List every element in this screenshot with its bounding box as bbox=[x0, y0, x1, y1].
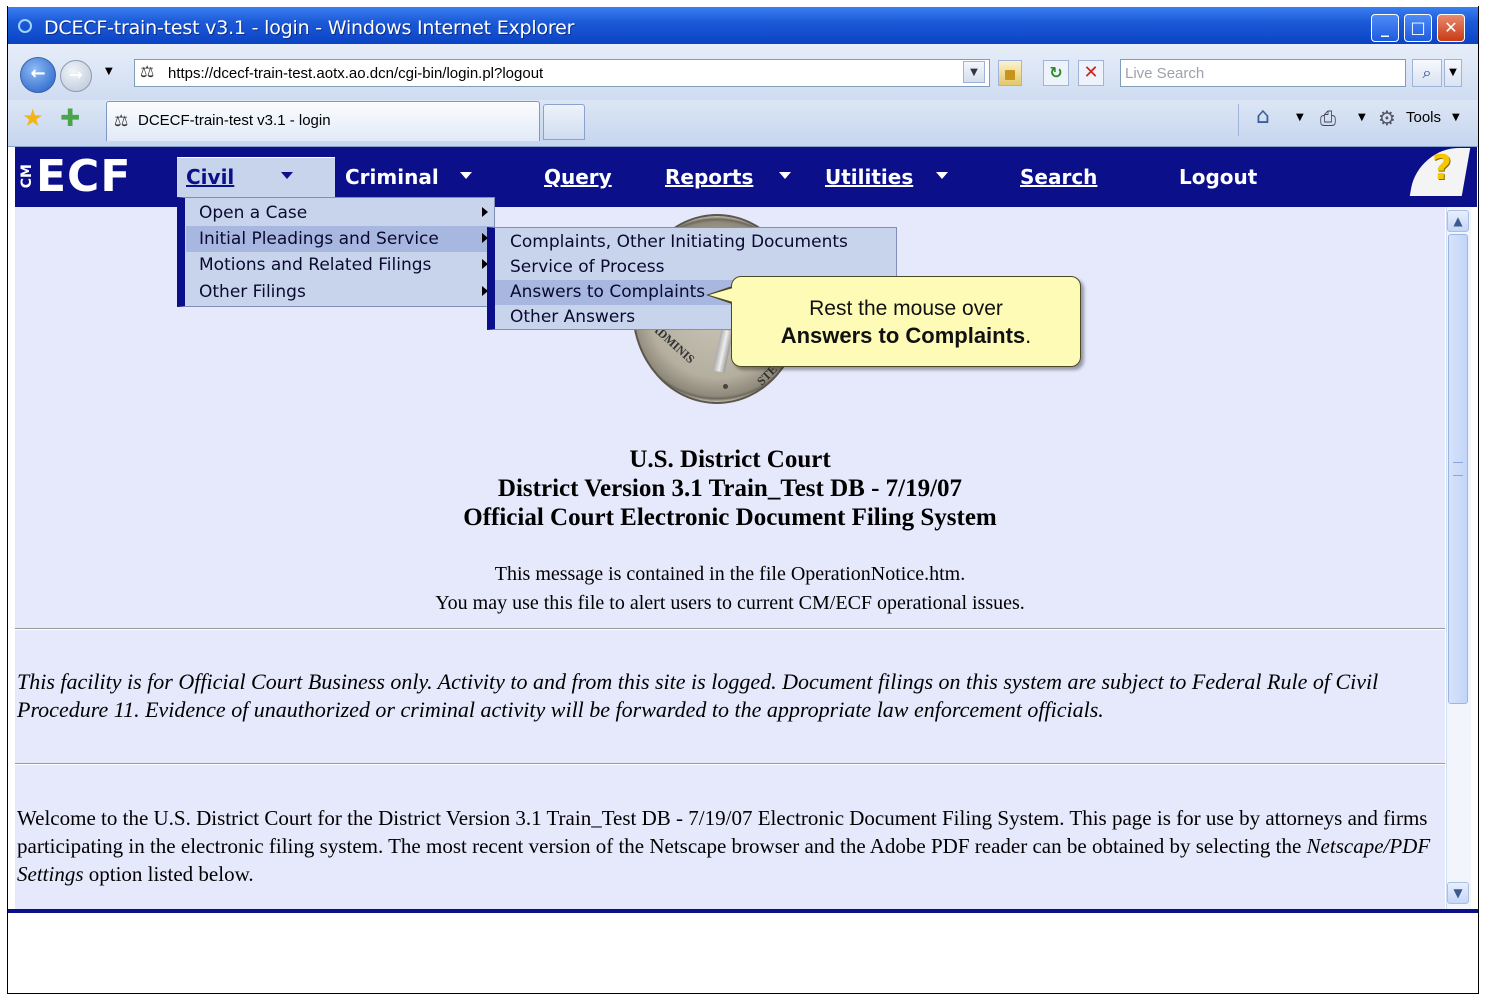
help-icon[interactable]: ? bbox=[1432, 148, 1452, 188]
live-search-input[interactable]: Live Search bbox=[1120, 59, 1406, 87]
callout-text-bold: Answers to Complaints bbox=[780, 323, 1026, 348]
scrollbar-grip bbox=[1453, 462, 1463, 476]
welcome-text: Welcome to the U.S. District Court for t… bbox=[17, 804, 1442, 888]
menu-search[interactable]: Search bbox=[1020, 165, 1097, 189]
callout-text-line2: Answers to Complaints. bbox=[731, 323, 1081, 349]
menu-item-motions[interactable]: Motions and Related Filings bbox=[199, 255, 431, 275]
menu-item-initial-pleadings[interactable]: Initial Pleadings and Service bbox=[199, 229, 439, 249]
scales-site-icon: ⚖ bbox=[140, 62, 155, 81]
content-bottom-border bbox=[8, 909, 1478, 913]
page-subtitle-system: Official Court Electronic Document Filin… bbox=[463, 504, 997, 531]
reports-dropdown-icon bbox=[779, 172, 791, 179]
menu-logout[interactable]: Logout bbox=[1179, 165, 1257, 189]
tools-menu[interactable]: Tools bbox=[1406, 109, 1441, 126]
scroll-up-button[interactable]: ▲ bbox=[1447, 210, 1469, 232]
lock-icon[interactable] bbox=[998, 60, 1022, 86]
submenu-item-other-answers[interactable]: Other Answers bbox=[510, 307, 635, 327]
page-title: U.S. District Court bbox=[629, 446, 831, 473]
criminal-dropdown-icon bbox=[460, 172, 472, 179]
ie-logo-icon bbox=[18, 19, 32, 33]
add-favorite-icon[interactable]: ✚ bbox=[60, 104, 80, 132]
scales-tab-icon: ⚖ bbox=[114, 111, 129, 130]
search-icon[interactable]: ⌕ bbox=[1412, 59, 1442, 87]
welcome-text-part1: Welcome to the U.S. District Court for t… bbox=[17, 806, 1428, 858]
back-button[interactable]: ← bbox=[20, 57, 56, 93]
utilities-dropdown-icon bbox=[936, 172, 948, 179]
print-dropdown-icon[interactable]: ▼ bbox=[1358, 112, 1366, 123]
menu-civil[interactable]: Civil bbox=[186, 165, 234, 189]
scroll-down-button[interactable]: ▼ bbox=[1447, 882, 1469, 904]
close-button[interactable]: ✕ bbox=[1437, 14, 1465, 42]
home-icon[interactable]: ⌂ bbox=[1256, 104, 1270, 129]
notice-line-2: You may use this file to alert users to … bbox=[435, 592, 1025, 614]
menu-criminal[interactable]: Criminal bbox=[345, 165, 439, 189]
logo-cm-text: CM bbox=[19, 164, 35, 189]
address-dropdown-icon[interactable]: ▼ bbox=[963, 61, 985, 83]
civil-dropdown-icon bbox=[281, 172, 293, 179]
ecf-logo: ECF bbox=[36, 151, 132, 202]
page-subtitle-version: District Version 3.1 Train_Test DB - 7/1… bbox=[497, 475, 963, 502]
tools-dropdown-icon[interactable]: ▼ bbox=[1452, 112, 1460, 123]
submenu-item-service-of-process[interactable]: Service of Process bbox=[510, 257, 665, 277]
stop-button[interactable]: ✕ bbox=[1078, 60, 1104, 86]
menu-reports[interactable]: Reports bbox=[665, 165, 753, 189]
print-icon[interactable]: ⎙ bbox=[1320, 106, 1336, 130]
search-options-dropdown-icon[interactable]: ▼ bbox=[1444, 59, 1462, 87]
toolbar-separator bbox=[1238, 104, 1239, 136]
favorites-star-icon[interactable]: ★ bbox=[22, 104, 44, 132]
gear-icon[interactable]: ⚙ bbox=[1378, 106, 1396, 130]
welcome-text-part2: option listed below. bbox=[83, 862, 254, 886]
history-dropdown-icon[interactable]: ▼ bbox=[105, 66, 113, 77]
submenu-item-answers-to-complaints[interactable]: Answers to Complaints bbox=[510, 282, 705, 302]
tab-label[interactable]: DCECF-train-test v3.1 - login bbox=[138, 112, 331, 129]
minimize-button[interactable]: _ bbox=[1371, 14, 1399, 42]
menu-item-other-filings[interactable]: Other Filings bbox=[199, 282, 306, 302]
new-tab-button[interactable] bbox=[543, 104, 585, 140]
seal-dot bbox=[723, 384, 728, 389]
warning-text: This facility is for Official Court Busi… bbox=[17, 669, 1379, 722]
home-dropdown-icon[interactable]: ▼ bbox=[1296, 112, 1304, 123]
window-title: DCECF-train-test v3.1 - login - Windows … bbox=[44, 17, 575, 39]
refresh-button[interactable]: ↻ bbox=[1043, 60, 1069, 86]
forward-button[interactable]: → bbox=[60, 60, 92, 92]
notice-line-1: This message is contained in the file Op… bbox=[494, 563, 966, 585]
instruction-callout bbox=[731, 276, 1081, 367]
callout-pointer-fill bbox=[709, 288, 733, 302]
submenu-arrow-icon bbox=[482, 207, 488, 217]
address-url[interactable]: https://dcecf-train-test.aotx.ao.dcn/cgi… bbox=[168, 65, 543, 82]
submenu-item-complaints[interactable]: Complaints, Other Initiating Documents bbox=[510, 232, 848, 252]
divider bbox=[15, 763, 1445, 765]
menu-item-open-a-case[interactable]: Open a Case bbox=[199, 203, 307, 223]
menu-query[interactable]: Query bbox=[544, 165, 612, 189]
menu-utilities[interactable]: Utilities bbox=[825, 165, 913, 189]
maximize-button[interactable]: □ bbox=[1404, 14, 1432, 42]
callout-text-line1: Rest the mouse over bbox=[809, 297, 1003, 320]
callout-text-suffix: . bbox=[1025, 323, 1032, 348]
divider bbox=[15, 628, 1445, 630]
